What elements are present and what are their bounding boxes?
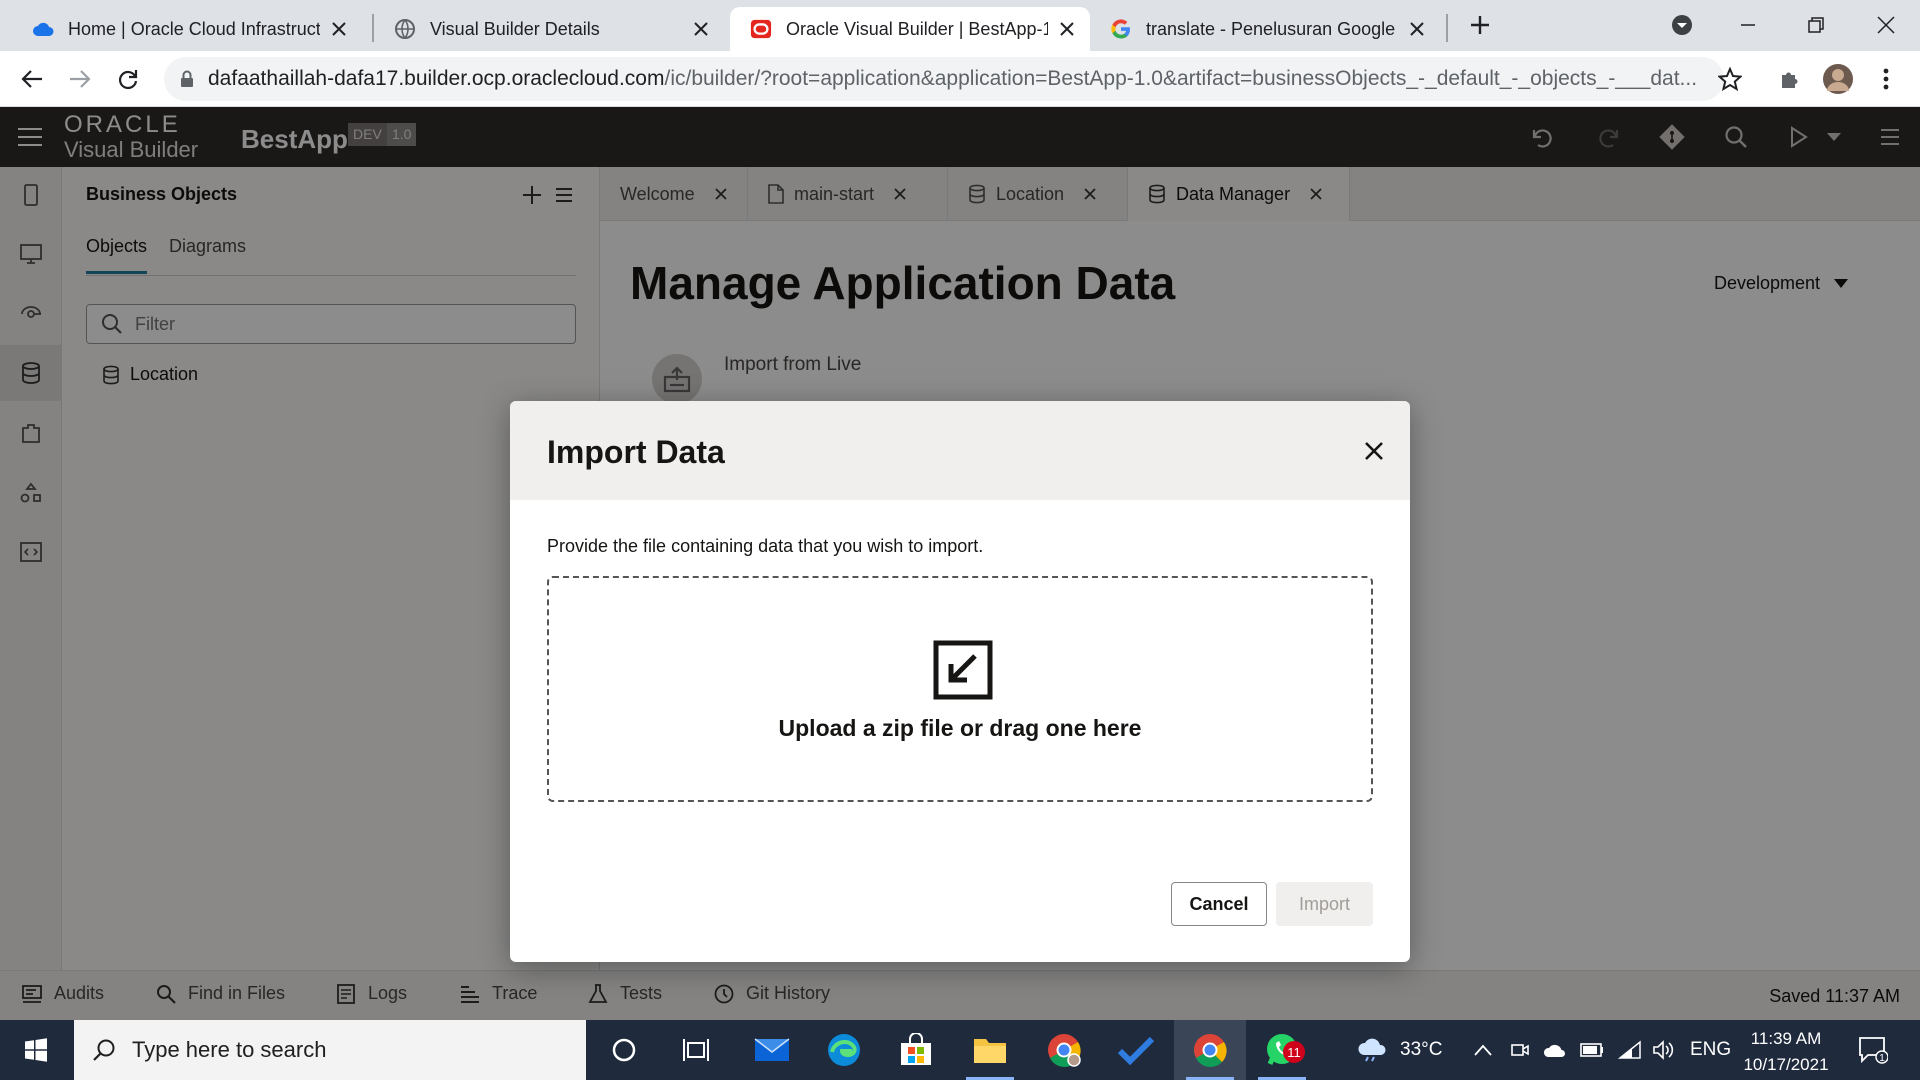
clock-date: 10/17/2021 (1743, 1055, 1829, 1074)
cancel-button[interactable]: Cancel (1171, 882, 1267, 926)
onedrive-cloud-icon[interactable] (1543, 1020, 1567, 1080)
dialog-header: Import Data (510, 401, 1410, 500)
todo-check-icon[interactable] (1100, 1020, 1172, 1080)
close-icon[interactable] (1406, 18, 1428, 40)
back-button[interactable] (16, 63, 48, 95)
browser-tab-title: translate - Penelusuran Google (1146, 18, 1396, 39)
browser-tab-strip: Home | Oracle Cloud Infrastructu Visual … (0, 0, 1920, 51)
weather-widget[interactable]: 33°C (1356, 1020, 1442, 1080)
task-view-icon[interactable] (660, 1020, 732, 1080)
chrome-menu-icon[interactable] (1870, 63, 1902, 95)
windows-taskbar: Type here to search 33°C ENG 11:39 AM 10… (0, 1020, 1920, 1080)
edge-icon[interactable] (808, 1020, 880, 1080)
url-text[interactable]: dafaathaillah-dafa17.builder.ocp.oraclec… (208, 67, 1724, 91)
browser-tab-visual-builder[interactable]: Oracle Visual Builder | BestApp-1 (730, 7, 1090, 51)
import-data-dialog: Import Data Provide the file containing … (510, 401, 1410, 962)
globe-icon (394, 18, 416, 40)
clock-time: 11:39 AM (1750, 1029, 1822, 1048)
file-dropzone[interactable]: Upload a zip file or drag one here (547, 576, 1373, 802)
dialog-title: Import Data (547, 434, 725, 470)
window-close-button[interactable] (1868, 8, 1904, 42)
mail-icon[interactable] (736, 1020, 808, 1080)
import-button[interactable]: Import (1276, 882, 1373, 926)
google-icon (1110, 18, 1132, 40)
tab-divider (1446, 14, 1448, 42)
weather-temp: 33°C (1400, 1039, 1443, 1060)
dialog-description: Provide the file containing data that yo… (547, 536, 984, 556)
new-tab-button[interactable] (1462, 8, 1498, 42)
chrome-icon[interactable] (1174, 1020, 1246, 1080)
search-placeholder: Type here to search (132, 1037, 327, 1062)
notification-icon[interactable]: 1 (1858, 1020, 1888, 1080)
oracle-icon (750, 18, 772, 40)
browser-tab-title: Home | Oracle Cloud Infrastructu (68, 18, 320, 39)
upload-arrow-icon (933, 640, 993, 700)
omnibox[interactable]: dafaathaillah-dafa17.builder.ocp.oraclec… (164, 57, 1724, 101)
close-icon[interactable] (1358, 435, 1390, 467)
wifi-icon[interactable] (1618, 1020, 1642, 1080)
browser-tab-google[interactable]: translate - Penelusuran Google (1090, 7, 1440, 51)
close-icon[interactable] (690, 18, 712, 40)
windows-start-button[interactable] (0, 1020, 72, 1080)
browser-tab-oracle-cloud[interactable]: Home | Oracle Cloud Infrastructu (12, 7, 362, 51)
browser-tab-vb-details[interactable]: Visual Builder Details (374, 7, 724, 51)
chrome-profile-icon[interactable] (1028, 1020, 1100, 1080)
file-explorer-icon[interactable] (954, 1020, 1026, 1080)
browser-tab-title: Visual Builder Details (430, 18, 600, 39)
dropzone-text: Upload a zip file or drag one here (778, 715, 1142, 741)
whatsapp-unread-badge: 11 (1283, 1041, 1305, 1063)
url-host: dafaathaillah-dafa17.builder.ocp.oraclec… (208, 67, 665, 90)
forward-button[interactable] (64, 63, 96, 95)
volume-icon[interactable] (1652, 1020, 1676, 1080)
browser-tab-title: Oracle Visual Builder | BestApp-1 (786, 18, 1048, 39)
restore-button[interactable] (1798, 8, 1834, 42)
extensions-puzzle-icon[interactable] (1774, 63, 1806, 95)
lock-icon[interactable] (180, 70, 194, 88)
profile-avatar[interactable] (1822, 63, 1854, 95)
tab-search-button[interactable] (1664, 8, 1700, 42)
url-path: /ic/builder/?root=application&applicatio… (664, 67, 1698, 90)
close-icon[interactable] (328, 18, 350, 40)
chevron-up-icon[interactable] (1474, 1020, 1492, 1080)
taskbar-search[interactable]: Type here to search (74, 1020, 586, 1080)
address-toolbar: dafaathaillah-dafa17.builder.ocp.oraclec… (0, 51, 1920, 107)
search-icon (93, 1039, 115, 1061)
notification-count: 1 (1879, 1053, 1885, 1064)
system-clock[interactable]: 11:39 AM 10/17/2021 (1730, 1026, 1842, 1078)
store-icon[interactable] (880, 1020, 952, 1080)
battery-icon[interactable] (1580, 1020, 1604, 1080)
language-indicator[interactable]: ENG (1690, 1020, 1731, 1080)
cloud-icon (32, 18, 54, 40)
bookmark-star-icon[interactable] (1714, 63, 1746, 95)
cloud-rain-icon (1358, 1038, 1386, 1062)
whatsapp-icon[interactable] (1246, 1020, 1318, 1080)
cortana-icon[interactable] (588, 1020, 660, 1080)
minimize-button[interactable] (1730, 8, 1766, 42)
reload-button[interactable] (112, 63, 144, 95)
close-icon[interactable] (1056, 18, 1078, 40)
meet-now-icon[interactable] (1510, 1020, 1530, 1080)
